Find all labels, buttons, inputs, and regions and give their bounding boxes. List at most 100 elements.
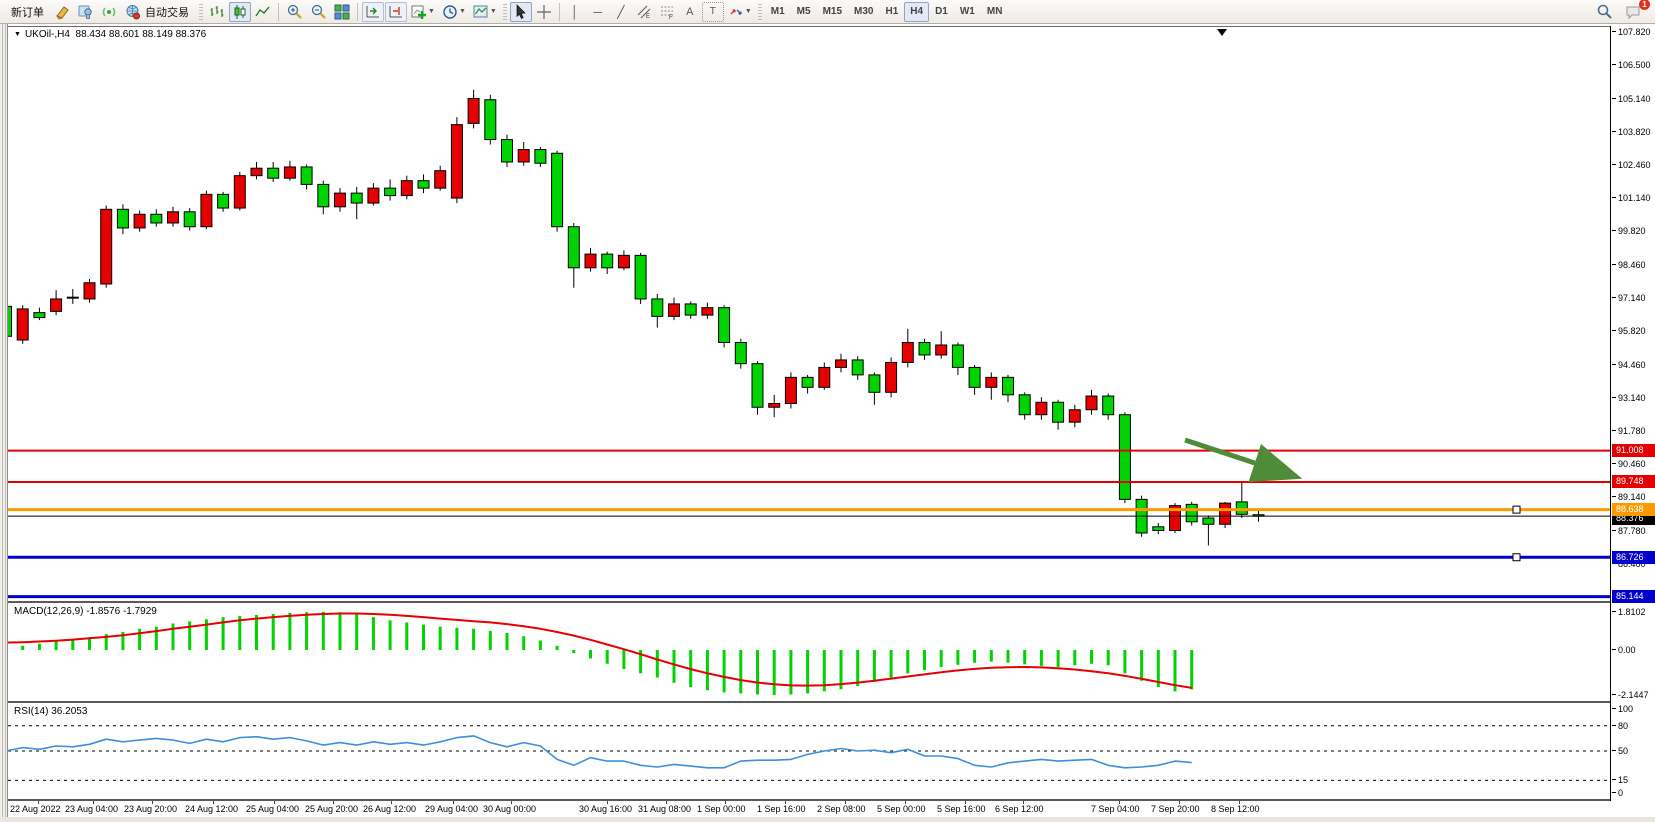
profiles-icon[interactable] [75, 2, 97, 22]
candle-body [218, 194, 229, 208]
price-tick-label: 90.460 [1612, 459, 1646, 469]
candle-body [1119, 415, 1130, 500]
timeframe-button-m15[interactable]: M15 [817, 2, 848, 22]
text-icon[interactable]: A [679, 2, 701, 22]
date-label: 2 Sep 08:00 [817, 804, 866, 814]
price-tick-label: 95.820 [1612, 326, 1646, 336]
timeframe-button-d1[interactable]: D1 [929, 2, 954, 22]
candle-body [802, 377, 813, 387]
macd-histogram-bar [472, 629, 475, 650]
chart-shift-icon[interactable] [385, 2, 407, 22]
svg-text:E: E [646, 14, 650, 20]
toolbar-grip [199, 4, 203, 20]
autotrade-globe-icon [124, 4, 141, 20]
auto-scroll-icon[interactable] [362, 2, 384, 22]
fibonacci-icon[interactable]: F [656, 2, 678, 22]
horizontal-line-icon[interactable]: ─ [587, 2, 609, 22]
toolbar-right: 1 [1593, 2, 1651, 22]
date-label: 30 Aug 16:00 [579, 804, 632, 814]
timeframe-button-h4[interactable]: H4 [904, 2, 929, 22]
crosshair-icon[interactable] [533, 2, 555, 22]
line-chart-icon[interactable] [252, 2, 274, 22]
timeframe-button-mn[interactable]: MN [981, 2, 1009, 22]
candle-body [1236, 502, 1247, 514]
candle-body [468, 98, 479, 123]
search-icon[interactable] [1593, 2, 1616, 22]
macd-histogram-bar [773, 650, 776, 695]
ohlc-values-label: 88.434 88.601 88.149 88.376 [76, 29, 207, 40]
line-drag-handle[interactable] [1513, 554, 1520, 561]
macd-histogram-bar [372, 617, 375, 650]
price-level-tag: 86.726 [1612, 551, 1655, 564]
date-axis[interactable]: 22 Aug 202223 Aug 04:0023 Aug 20:0024 Au… [8, 801, 1612, 817]
arrows-icon[interactable]: ▼ [725, 2, 755, 22]
candle-body [1003, 377, 1014, 394]
macd-histogram-bar [288, 613, 291, 650]
rsi-indicator-label: RSI(14) 36.2053 [14, 706, 87, 717]
new-order-button[interactable]: 新订单 [4, 2, 51, 22]
date-label: 5 Sep 16:00 [937, 804, 986, 814]
chart-window-title: ▼UKOil-,H4 88.434 88.601 88.149 88.376 [14, 29, 206, 40]
macd-histogram-bar [673, 650, 676, 683]
candle-body [869, 375, 880, 392]
date-label: 29 Aug 04:00 [425, 804, 478, 814]
periods-clock-icon[interactable]: ▼ [439, 2, 469, 22]
price-axis[interactable]: 107.820106.500105.140103.820102.460101.1… [1612, 26, 1655, 817]
date-label: 24 Aug 12:00 [185, 804, 238, 814]
tile-windows-icon[interactable] [331, 2, 353, 22]
templates-icon[interactable]: ▼ [470, 2, 500, 22]
zoom-in-icon[interactable] [283, 2, 306, 22]
toolbar-grip [758, 4, 762, 20]
candle-body [836, 360, 847, 367]
price-tick-label: 94.460 [1612, 360, 1646, 370]
line-drag-handle[interactable] [1513, 506, 1520, 513]
trendline-icon[interactable]: ╱ [610, 2, 632, 22]
channel-icon[interactable]: E [633, 2, 655, 22]
timeframe-button-m30[interactable]: M30 [848, 2, 879, 22]
cursor-icon[interactable] [510, 2, 532, 22]
macd-histogram-bar [789, 650, 792, 695]
candle-body [1086, 396, 1097, 410]
macd-histogram-bar [339, 612, 342, 650]
macd-histogram-bar [355, 614, 358, 650]
macd-histogram-bar [489, 631, 492, 650]
text-label-icon[interactable]: T [702, 2, 724, 22]
macd-indicator-label: MACD(12,26,9) -1.8576 -1.7929 [14, 606, 157, 617]
macd-histogram-bar [606, 650, 609, 664]
rsi-tick-label: 80 [1612, 721, 1628, 731]
vertical-line-icon[interactable]: │ [564, 2, 586, 22]
timeframe-button-h1[interactable]: H1 [879, 2, 904, 22]
timeframe-button-m1[interactable]: M1 [765, 2, 791, 22]
date-label: 22 Aug 2022 [10, 804, 61, 814]
price-tick-label: 89.140 [1612, 492, 1646, 502]
candlestick-icon[interactable] [229, 2, 251, 22]
timeframe-button-m5[interactable]: M5 [791, 2, 817, 22]
bar-chart-icon[interactable] [206, 2, 228, 22]
macd-histogram-bar [389, 620, 392, 650]
candle-body [8, 306, 12, 336]
macd-histogram-bar [1073, 650, 1076, 665]
candle-body [1186, 504, 1197, 521]
candle-body [485, 100, 496, 140]
price-tick-label: 103.820 [1612, 127, 1651, 137]
palette-icon[interactable] [52, 2, 74, 22]
price-level-tag: 89.748 [1612, 475, 1655, 488]
timeframe-button-w1[interactable]: W1 [954, 2, 981, 22]
date-label: 30 Aug 00:00 [483, 804, 536, 814]
date-label: 31 Aug 08:00 [638, 804, 691, 814]
add-indicator-icon[interactable]: ▼ [408, 2, 438, 22]
candle-body [84, 283, 95, 299]
macd-histogram-bar [739, 650, 742, 693]
candle-body [451, 125, 462, 198]
candle-body [886, 362, 897, 392]
zoom-out-icon[interactable] [307, 2, 330, 22]
chat-icon[interactable]: 1 [1622, 2, 1645, 22]
candlestick-chart[interactable] [8, 26, 1612, 802]
chart-caret-icon: ▼ [14, 31, 21, 38]
autotrade-button[interactable]: 自动交易 [121, 2, 196, 22]
signals-icon[interactable] [98, 2, 120, 22]
price-tick-label: 91.780 [1612, 426, 1646, 436]
price-tick-label: 106.500 [1612, 60, 1651, 70]
candle-body [1220, 503, 1231, 524]
macd-histogram-bar [973, 650, 976, 663]
